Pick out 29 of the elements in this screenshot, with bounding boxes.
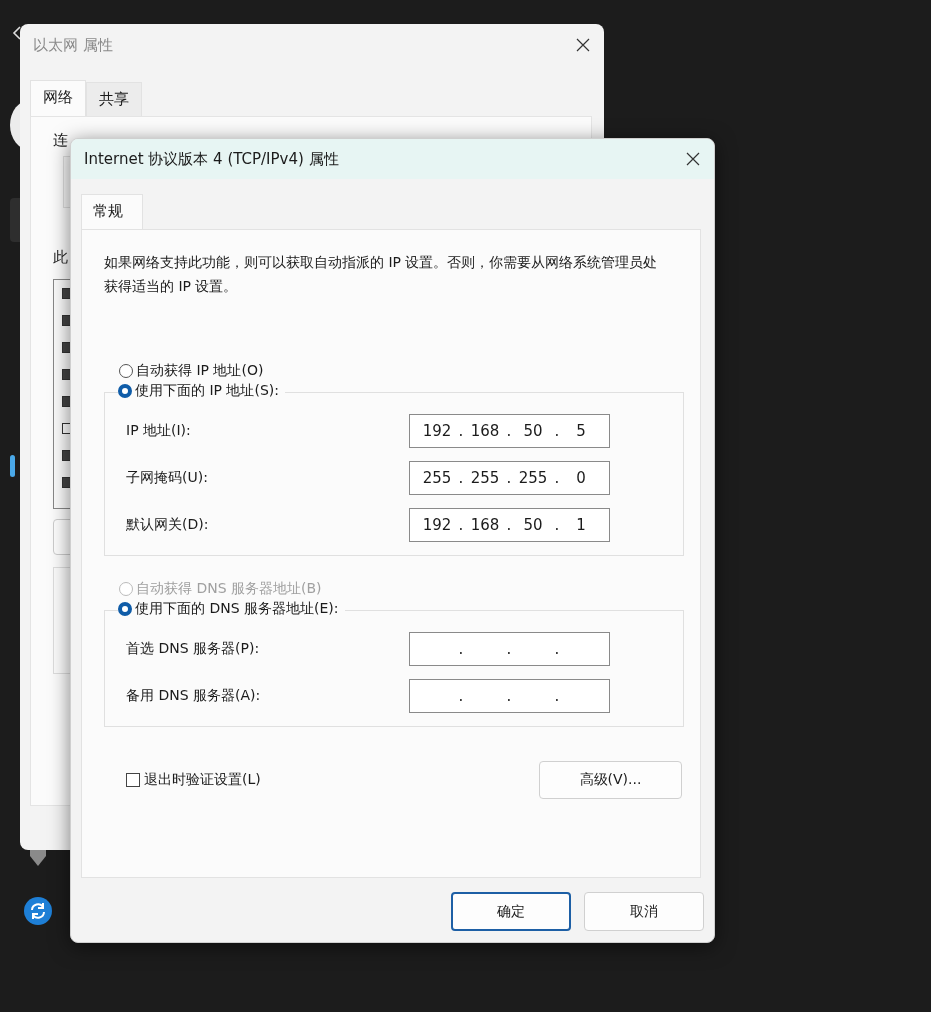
tab[interactable]: 网络 (30, 80, 86, 116)
ip-address-field[interactable]: . . . (409, 679, 610, 713)
ip-address-field[interactable]: . . . (409, 632, 610, 666)
window-title: 以太网 属性 (33, 35, 113, 55)
field-label: 备用 DNS 服务器(A): (126, 687, 261, 705)
field-label: IP 地址(I): (126, 422, 191, 440)
section-label: 连 (53, 131, 68, 150)
ip-address-field[interactable]: 192 . 168 . 50 . 5 (409, 414, 610, 448)
window-title: Internet 协议版本 4 (TCP/IPv4) 属性 (84, 149, 339, 169)
ip-address-field[interactable]: 255 . 255 . 255 . 0 (409, 461, 610, 495)
selection-indicator (10, 455, 15, 477)
tab[interactable]: 共享 (86, 82, 142, 116)
ok-button[interactable]: 确定 (451, 892, 571, 931)
close-icon[interactable] (686, 152, 700, 166)
checkbox-option[interactable]: 退出时验证设置(L) (126, 771, 261, 789)
advanced-button[interactable]: 高级(V)... (539, 761, 682, 799)
close-icon[interactable] (576, 38, 590, 52)
field-label: 首选 DNS 服务器(P): (126, 640, 260, 658)
cancel-button[interactable]: 取消 (584, 892, 704, 931)
radio-option[interactable]: 使用下面的 DNS 服务器地址(E): (118, 600, 345, 618)
ip-address-field[interactable]: 192 . 168 . 50 . 1 (409, 508, 610, 542)
tab[interactable]: 常规 (81, 194, 143, 229)
description-text: 如果网络支持此功能，则可以获取自动指派的 IP 设置。否则，你需要从网络系统管理员处获得适当的 IP 设置。 (104, 253, 659, 296)
radio-option[interactable]: 使用下面的 IP 地址(S): (118, 382, 285, 400)
field-label: 子网掩码(U): (126, 469, 208, 487)
radio-option[interactable]: 自动获得 IP 地址(O) (119, 362, 700, 380)
section-label: 此 (53, 248, 68, 267)
field-label: 默认网关(D): (126, 516, 209, 534)
sync-icon[interactable] (24, 897, 52, 925)
